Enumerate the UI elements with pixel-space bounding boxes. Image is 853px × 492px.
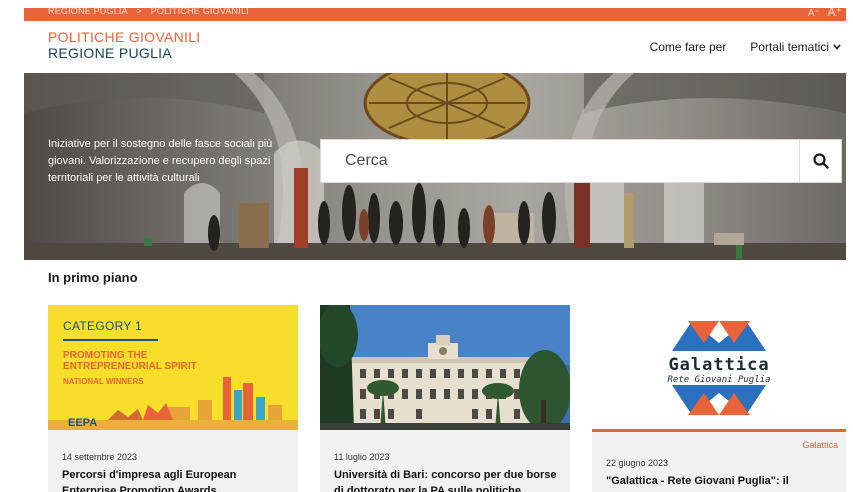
brand-line-1: POLITICHE GIOVANILI — [48, 29, 201, 45]
nav-item-portali-tematici[interactable]: Portali tematici — [750, 40, 841, 54]
chevron-down-icon — [833, 44, 841, 50]
search-icon — [812, 153, 829, 169]
nav-item-come-fare-per[interactable]: Come fare per — [650, 40, 727, 54]
font-increase-button[interactable]: A⁺ — [828, 5, 842, 19]
news-card[interactable]: CATEGORY 1 PROMOTING THE ENTREPRENEURIAL… — [48, 305, 298, 492]
galattica-logo-title: Galattica — [668, 355, 770, 375]
site-logo[interactable]: POLITICHE GIOVANILI REGIONE PUGLIA — [48, 29, 200, 61]
nav-item-label: Portali tematici — [750, 40, 829, 54]
breadcrumb: REGIONE PUGLIA > POLITICHE GIOVANILI — [48, 6, 255, 16]
galattica-logo-subtitle: Rete Giovani Puglia — [667, 375, 771, 385]
card-title[interactable]: Università di Bari: concorso per due bor… — [334, 467, 562, 492]
main-nav: Come fare per Portali tematici — [650, 40, 841, 54]
hero-tagline: Iniziative per il sostegno delle fasce s… — [48, 138, 273, 184]
card-title[interactable]: "Galattica - Rete Giovani Puglia": il Ca… — [606, 473, 834, 492]
brand-line-2: REGIONE PUGLIA — [48, 45, 173, 61]
font-decrease-button[interactable]: A⁻ — [808, 8, 820, 19]
eepa-logo: EEPA — [68, 417, 98, 429]
card-image-category: CATEGORY 1 — [63, 319, 143, 333]
search-box — [320, 139, 842, 183]
card-image: Galattica Rete Giovani Puglia — [592, 305, 846, 429]
breadcrumb-item-regione[interactable]: REGIONE PUGLIA — [48, 6, 128, 16]
card-date: 22 giugno 2023 — [606, 458, 669, 468]
search-button[interactable] — [799, 140, 841, 182]
nav-item-label: Come fare per — [649, 40, 727, 54]
card-category-rule — [592, 429, 846, 432]
card-title[interactable]: Percorsi d'impresa agli European Enterpr… — [62, 467, 290, 492]
card-image-promo: PROMOTING THE ENTREPRENEURIAL SPIRIT — [63, 350, 197, 372]
card-date: 11 luglio 2023 — [334, 452, 390, 462]
card-category[interactable]: Galattica — [802, 440, 838, 450]
section-title: In primo piano — [48, 270, 138, 285]
news-card[interactable]: 11 luglio 2023 Università di Bari: conco… — [320, 305, 570, 492]
card-image — [320, 305, 570, 430]
font-size-controls: A⁻ A⁺ — [803, 5, 842, 19]
search-input[interactable] — [321, 140, 799, 182]
breadcrumb-item-politiche[interactable]: POLITICHE GIOVANILI — [151, 6, 249, 16]
card-image-winners: NATIONAL WINNERS — [63, 377, 144, 386]
card-image-divider — [63, 339, 158, 341]
breadcrumb-separator: > — [136, 6, 142, 16]
card-image: CATEGORY 1 PROMOTING THE ENTREPRENEURIAL… — [48, 305, 298, 430]
card-date: 14 settembre 2023 — [62, 452, 138, 462]
news-card[interactable]: Galattica Rete Giovani Puglia Galattica … — [592, 305, 846, 492]
top-bar: REGIONE PUGLIA > POLITICHE GIOVANILI A⁻ … — [24, 5, 846, 21]
hero-banner: Iniziative per il sostegno delle fasce s… — [24, 73, 846, 260]
